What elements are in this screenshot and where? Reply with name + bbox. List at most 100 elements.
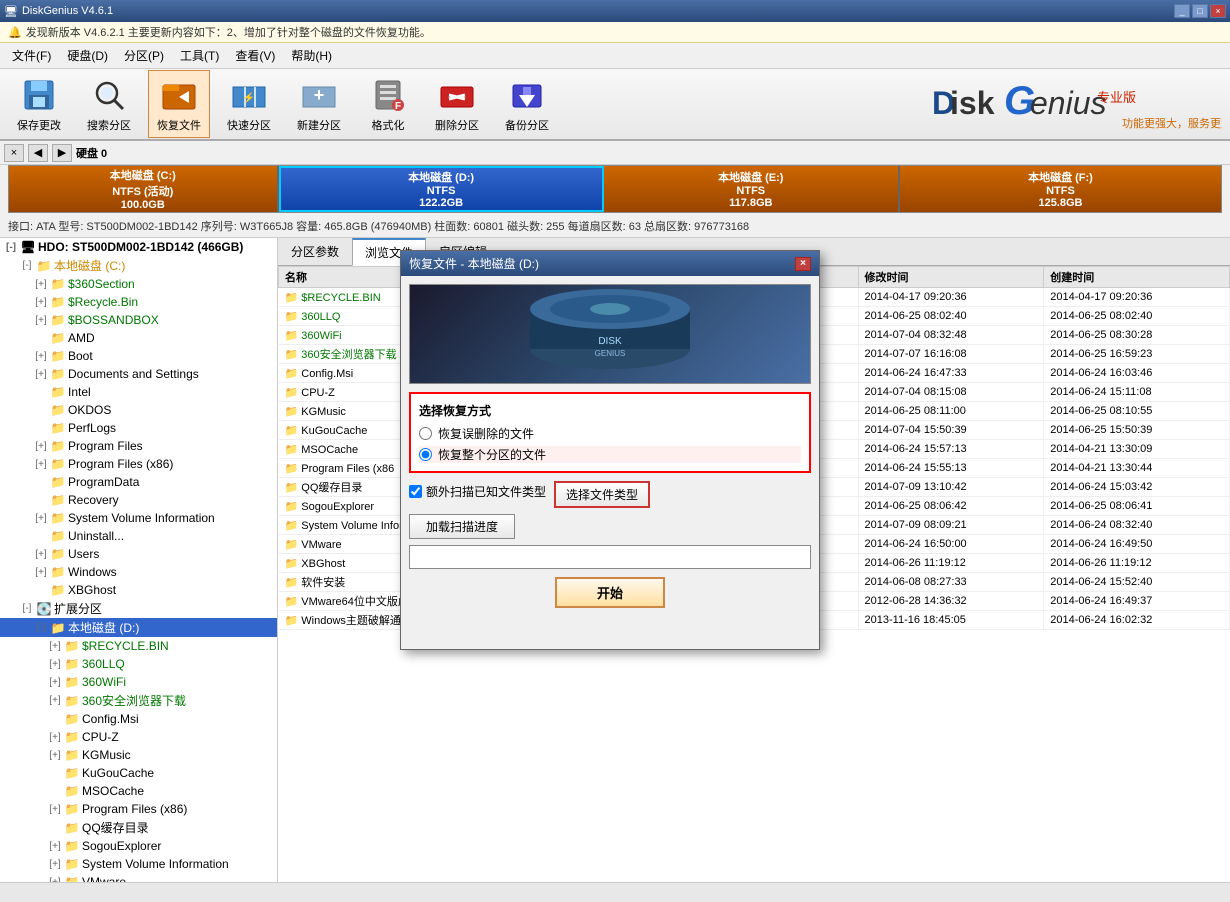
tree-item-programfiles[interactable]: [+] 📁 Program Files: [0, 437, 277, 455]
close-button[interactable]: ×: [1210, 4, 1226, 18]
svg-text:enius: enius: [1030, 85, 1107, 121]
maximize-button[interactable]: □: [1192, 4, 1208, 18]
folder-programdata-icon: 📁: [50, 474, 66, 490]
close-nav-button[interactable]: ×: [4, 144, 24, 162]
tree-item-recovery[interactable]: 📁 Recovery: [0, 491, 277, 509]
tree-item-users[interactable]: [+] 📁 Users: [0, 545, 277, 563]
tree-item-recycle-c[interactable]: [+] 📁 $Recycle.Bin: [0, 293, 277, 311]
tree-item-programdata[interactable]: 📁 ProgramData: [0, 473, 277, 491]
menu-file[interactable]: 文件(F): [4, 45, 59, 66]
toolbar-save[interactable]: 保存更改: [8, 70, 70, 138]
tree-item-xbghost-c[interactable]: 📁 XBGhost: [0, 581, 277, 599]
tree-ext-label: 扩展分区: [54, 600, 102, 617]
tree-item-hdo[interactable]: [-] 🖥 HDO: ST500DM002-1BD142 (466GB): [0, 238, 277, 256]
update-bar: 🔔 发现新版本 V4.6.2.1 主要更新内容如下：2、增加了针对整个磁盘的文件…: [0, 22, 1230, 43]
folder-uninstall-icon: 📁: [50, 528, 66, 544]
tree-item-perflogs[interactable]: 📁 PerfLogs: [0, 419, 277, 437]
tree-item-amd[interactable]: 📁 AMD: [0, 329, 277, 347]
partition-e[interactable]: 本地磁盘 (E:) NTFS 117.8GB: [604, 166, 900, 212]
back-button[interactable]: ◀: [28, 144, 48, 162]
tree-hdo-label: HDO: ST500DM002-1BD142 (466GB): [38, 240, 243, 254]
tree-item-360browser[interactable]: [+] 📁 360安全浏览器下载: [0, 691, 277, 710]
recover-icon: [159, 75, 199, 115]
tab-partition-params[interactable]: 分区参数: [278, 238, 352, 265]
tree-item-msocache[interactable]: 📁 MSOCache: [0, 782, 277, 800]
tree-item-boot[interactable]: [+] 📁 Boot: [0, 347, 277, 365]
tree-item-kgmusic[interactable]: [+] 📁 KGMusic: [0, 746, 277, 764]
tree-item-3bossandbox[interactable]: [+] 📁 $BOSSANDBOX: [0, 311, 277, 329]
file-modified-cell: 2014-07-04 08:32:48: [858, 326, 1044, 345]
partition-c[interactable]: 本地磁盘 (C:) NTFS (活动) 100.0GB: [9, 166, 279, 212]
col-created: 创建时间: [1044, 267, 1230, 288]
partition-f[interactable]: 本地磁盘 (F:) NTFS 125.8GB: [900, 166, 1221, 212]
menu-partition[interactable]: 分区(P): [116, 45, 172, 66]
folder-recycle-d-icon: 📁: [64, 638, 80, 654]
tree-item-uninstall[interactable]: 📁 Uninstall...: [0, 527, 277, 545]
tree-item-d[interactable]: [-] 📁 本地磁盘 (D:): [0, 618, 277, 637]
file-modified-cell: 2012-06-28 14:36:32: [858, 592, 1044, 611]
option2-radio-item[interactable]: 恢复整个分区的文件: [419, 446, 801, 463]
load-scan-button[interactable]: 加载扫描进度: [409, 514, 515, 539]
tree-360llq-label: 360LLQ: [82, 657, 125, 671]
option2-radio[interactable]: [419, 448, 432, 461]
tree-item-sysvolinfo-d[interactable]: [+] 📁 System Volume Information: [0, 855, 277, 873]
minimize-button[interactable]: _: [1174, 4, 1190, 18]
tree-item-360llq[interactable]: [+] 📁 360LLQ: [0, 655, 277, 673]
toolbar-quick-partition[interactable]: ⚡ 快速分区: [218, 70, 280, 138]
tree-item-qqcache[interactable]: 📁 QQ缓存目录: [0, 818, 277, 837]
tree-item-vmware[interactable]: [+] 📁 VMware: [0, 873, 277, 882]
delete-partition-icon: [437, 75, 477, 115]
tree-item-intel[interactable]: 📁 Intel: [0, 383, 277, 401]
path-input[interactable]: [409, 545, 811, 569]
title-bar-left: 🖥 DiskGenius V4.6.1: [4, 5, 113, 18]
tree-item-recycle-d[interactable]: [+] 📁 $RECYCLE.BIN: [0, 637, 277, 655]
start-button[interactable]: 开始: [555, 577, 665, 608]
forward-button[interactable]: ▶: [52, 144, 72, 162]
tree-item-360section[interactable]: [+] 📁 $360Section: [0, 275, 277, 293]
toolbar-format[interactable]: F 格式化: [358, 70, 418, 138]
file-type-button[interactable]: 选择文件类型: [554, 481, 650, 508]
app-title: DiskGenius V4.6.1: [22, 5, 113, 17]
update-text: 发现新版本 V4.6.2.1 主要更新内容如下：2、增加了针对整个磁盘的文件恢复…: [26, 24, 431, 40]
partition-f-label: 本地磁盘 (F:): [1028, 169, 1093, 185]
tree-item-ext[interactable]: [-] 💽 扩展分区: [0, 599, 277, 618]
menu-view[interactable]: 查看(V): [227, 45, 283, 66]
extra-scan-checkbox[interactable]: [409, 485, 422, 498]
tree-item-programfilesx86-d[interactable]: [+] 📁 Program Files (x86): [0, 800, 277, 818]
status-bar: [0, 882, 1230, 902]
file-created-cell: 2014-06-25 15:50:39: [1044, 421, 1230, 440]
toolbar-delete[interactable]: 删除分区: [426, 70, 488, 138]
tree-item-sogou[interactable]: [+] 📁 SogouExplorer: [0, 837, 277, 855]
modal-close-button[interactable]: ×: [795, 257, 811, 271]
folder-bossandbox-icon: 📁: [50, 312, 66, 328]
tree-item-c[interactable]: [-] 📁 本地磁盘 (C:): [0, 256, 277, 275]
tree-item-docs[interactable]: [+] 📁 Documents and Settings: [0, 365, 277, 383]
tree-item-cpuz[interactable]: [+] 📁 CPU-Z: [0, 728, 277, 746]
file-modified-cell: 2014-06-08 08:27:33: [858, 573, 1044, 592]
tree-item-kugoucache[interactable]: 📁 KuGouCache: [0, 764, 277, 782]
folder-360wifi-icon: 📁: [64, 674, 80, 690]
toolbar-search[interactable]: 搜索分区: [78, 70, 140, 138]
tree-item-sysvolinfo[interactable]: [+] 📁 System Volume Information: [0, 509, 277, 527]
file-modified-cell: 2014-06-25 08:11:00: [858, 402, 1044, 421]
tree-recycle-d-label: $RECYCLE.BIN: [82, 639, 169, 653]
folder-sysvolinfo-d-icon: 📁: [64, 856, 80, 872]
partition-d-fs: NTFS: [427, 185, 456, 197]
toolbar-new-partition[interactable]: + 新建分区: [288, 70, 350, 138]
file-created-cell: 2014-06-24 15:52:40: [1044, 573, 1230, 592]
option1-radio[interactable]: [419, 427, 432, 440]
tree-item-configmsi[interactable]: 📁 Config.Msi: [0, 710, 277, 728]
option1-radio-item[interactable]: 恢复误删除的文件: [419, 425, 801, 442]
tree-item-windows[interactable]: [+] 📁 Windows: [0, 563, 277, 581]
folder-recycle-c-icon: 📁: [50, 294, 66, 310]
toolbar-recover[interactable]: 恢复文件: [148, 70, 210, 138]
toolbar-backup[interactable]: 备份分区: [496, 70, 558, 138]
tree-item-360wifi[interactable]: [+] 📁 360WiFi: [0, 673, 277, 691]
menu-disk[interactable]: 硬盘(D): [59, 45, 116, 66]
update-icon: 🔔: [8, 26, 22, 39]
tree-item-programfilesx86[interactable]: [+] 📁 Program Files (x86): [0, 455, 277, 473]
partition-d[interactable]: 本地磁盘 (D:) NTFS 122.2GB: [279, 166, 604, 212]
menu-tools[interactable]: 工具(T): [172, 45, 227, 66]
menu-help[interactable]: 帮助(H): [283, 45, 340, 66]
tree-item-okdos[interactable]: 📁 OKDOS: [0, 401, 277, 419]
